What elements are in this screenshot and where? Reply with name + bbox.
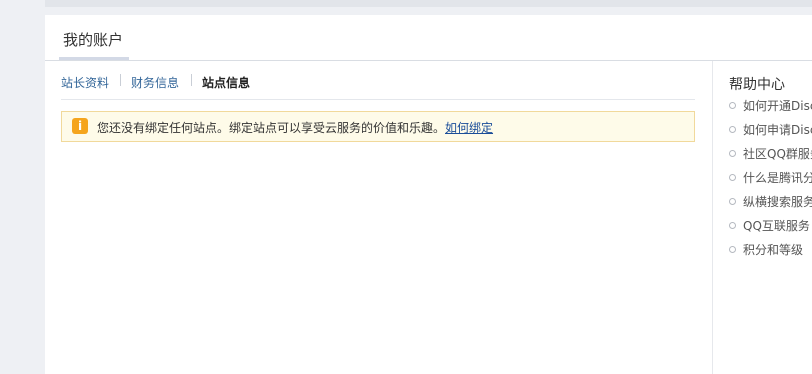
help-item-label: 什么是腾讯分 <box>743 171 812 185</box>
account-panel: 我的账户 站长资料 财务信息 站点信息 i 您还没有绑定任何站点。绑定站点可以享… <box>45 15 812 374</box>
tab-separator <box>191 74 192 86</box>
help-list: 如何开通Disc 如何申请Disc 社区QQ群服务 什么是腾讯分 纵横搜索服务 … <box>729 97 812 265</box>
tab-bar: 站长资料 财务信息 站点信息 <box>61 61 695 100</box>
tab-site-info[interactable]: 站点信息 <box>202 74 250 91</box>
bullet-icon <box>729 102 736 109</box>
help-item[interactable]: 积分和等级 <box>729 241 812 265</box>
help-item-label: 社区QQ群服务 <box>743 147 812 161</box>
panel-header: 我的账户 <box>45 15 812 61</box>
tab-finance[interactable]: 财务信息 <box>131 74 179 91</box>
help-center-title: 帮助中心 <box>729 77 785 93</box>
bullet-icon <box>729 150 736 157</box>
help-item-label: 如何开通Disc <box>743 99 812 113</box>
bullet-icon <box>729 174 736 181</box>
how-to-bind-link[interactable]: 如何绑定 <box>445 121 493 135</box>
bullet-icon <box>729 126 736 133</box>
page-title: 我的账户 <box>63 31 124 49</box>
tab-profile[interactable]: 站长资料 <box>61 74 109 91</box>
help-item-label: QQ互联服务 <box>743 219 810 233</box>
title-underline <box>59 57 129 60</box>
info-icon: i <box>72 118 88 134</box>
bullet-icon <box>729 198 736 205</box>
help-item-label: 如何申请Disc <box>743 123 812 137</box>
notice-banner: i 您还没有绑定任何站点。绑定站点可以享受云服务的价值和乐趣。如何绑定 <box>61 111 695 142</box>
bullet-icon <box>729 222 736 229</box>
help-item[interactable]: 如何申请Disc <box>729 121 812 145</box>
help-item[interactable]: 社区QQ群服务 <box>729 145 812 169</box>
help-item-label: 纵横搜索服务 <box>743 195 812 209</box>
top-bar <box>45 0 812 7</box>
help-item[interactable]: 纵横搜索服务 <box>729 193 812 217</box>
help-item[interactable]: 什么是腾讯分 <box>729 169 812 193</box>
main-content: 站长资料 财务信息 站点信息 i 您还没有绑定任何站点。绑定站点可以享受云服务的… <box>61 61 695 374</box>
help-sidebar: 帮助中心 如何开通Disc 如何申请Disc 社区QQ群服务 什么是腾讯分 纵横… <box>712 61 812 374</box>
notice-message: 您还没有绑定任何站点。绑定站点可以享受云服务的价值和乐趣。如何绑定 <box>97 119 493 136</box>
help-item[interactable]: 如何开通Disc <box>729 97 812 121</box>
help-item[interactable]: QQ互联服务 <box>729 217 812 241</box>
help-item-label: 积分和等级 <box>743 243 804 257</box>
tab-separator <box>120 74 121 86</box>
notice-text: 您还没有绑定任何站点。绑定站点可以享受云服务的价值和乐趣。 <box>97 121 446 135</box>
bullet-icon <box>729 246 736 253</box>
